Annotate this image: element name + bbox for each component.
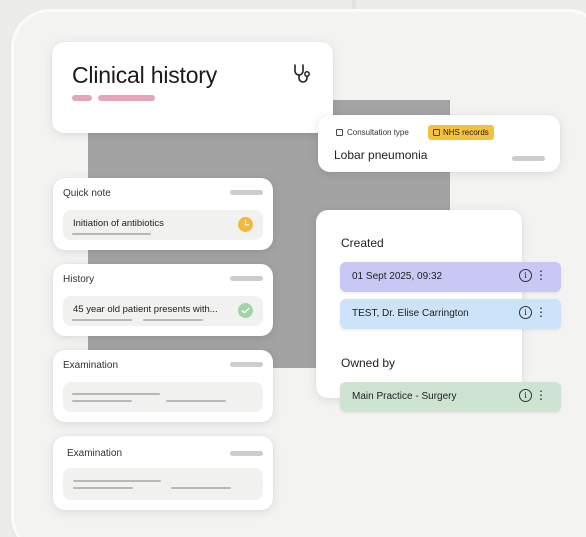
examination-card[interactable]: Examination [53, 350, 273, 422]
examination-entry[interactable] [63, 468, 263, 500]
more-menu-icon[interactable]: ⋮ [535, 388, 547, 402]
placeholder-line [72, 393, 160, 395]
info-icon[interactable]: i [519, 389, 532, 402]
document-icon [433, 129, 440, 136]
history-card[interactable]: History 45 year old patient presents wit… [53, 264, 273, 336]
nhs-records-label: NHS records [443, 128, 489, 137]
consultation-type: Consultation type [336, 128, 409, 137]
placeholder-line [143, 319, 203, 321]
clock-icon [238, 217, 253, 232]
page-title: Clinical history [72, 62, 218, 88]
owner-chip[interactable]: Main Practice - Surgery i ⋮ [340, 382, 561, 412]
owned-by-heading: Owned by [341, 356, 396, 370]
placeholder-pill [230, 276, 263, 281]
placeholder-line [73, 487, 133, 489]
history-label: History [63, 274, 95, 285]
document-icon [336, 129, 343, 136]
placeholder-pill [230, 190, 263, 195]
examination-label: Examination [63, 360, 119, 371]
placeholder-pill [230, 451, 263, 456]
history-entry[interactable]: 45 year old patient presents with... [63, 296, 263, 326]
examination-card[interactable]: Examination [53, 436, 273, 510]
check-icon [238, 303, 253, 318]
info-icon[interactable]: i [519, 306, 532, 319]
tag-pill [98, 95, 155, 101]
nhs-records-badge[interactable]: NHS records [428, 125, 494, 140]
more-menu-icon[interactable]: ⋮ [535, 268, 547, 282]
created-by: TEST, Dr. Elise Carrington [352, 308, 469, 319]
placeholder-line [171, 487, 231, 489]
history-text: 45 year old patient presents with... [73, 304, 218, 315]
owner: Main Practice - Surgery [352, 391, 457, 402]
created-date-chip[interactable]: 01 Sept 2025, 09:32 i ⋮ [340, 262, 561, 292]
placeholder-line [72, 319, 132, 321]
stethoscope-icon[interactable] [293, 64, 313, 86]
created-heading: Created [341, 236, 384, 250]
placeholder-line [166, 400, 226, 402]
examination-entry[interactable] [63, 382, 263, 412]
created-date: 01 Sept 2025, 09:32 [352, 271, 443, 282]
info-icon[interactable]: i [519, 269, 532, 282]
quick-note-entry[interactable]: Initiation of antibiotics [63, 210, 263, 240]
placeholder-pill [512, 156, 545, 161]
consultation-type-label: Consultation type [347, 128, 409, 137]
placeholder-line [72, 400, 132, 402]
clinical-history-card: Clinical history [52, 42, 333, 133]
consultation-card[interactable]: Consultation type NHS records Lobar pneu… [318, 115, 560, 172]
examination-label: Examination [67, 448, 123, 459]
consultation-value: Lobar pneumonia [334, 148, 428, 162]
quick-note-card[interactable]: Quick note Initiation of antibiotics [53, 178, 273, 250]
placeholder-line [73, 480, 161, 482]
created-by-chip[interactable]: TEST, Dr. Elise Carrington i ⋮ [340, 299, 561, 329]
quick-note-text: Initiation of antibiotics [73, 218, 164, 229]
placeholder-line [72, 233, 151, 235]
more-menu-icon[interactable]: ⋮ [535, 305, 547, 319]
quick-note-label: Quick note [63, 188, 111, 199]
tag-pill [72, 95, 92, 101]
placeholder-pill [230, 362, 263, 367]
